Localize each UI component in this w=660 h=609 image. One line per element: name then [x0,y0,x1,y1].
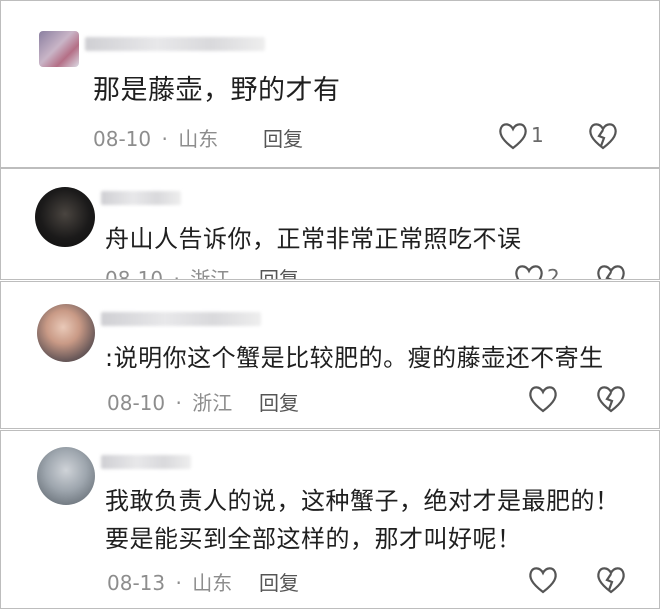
comment-location: 山东 [178,127,219,151]
comment-meta: 08-13 · 山东 [107,567,232,596]
like-heart-icon[interactable] [497,121,529,151]
comment-card: :说明你这个蟹是比较肥的。瘦的藤壶还不寄生 08-10 · 浙江 回复 [0,281,660,429]
meta-separator: · [175,391,182,415]
dislike-broken-heart-icon[interactable] [595,565,627,595]
avatar[interactable] [37,447,95,505]
like-heart-icon[interactable] [513,263,545,280]
dislike-broken-heart-icon[interactable] [595,263,627,280]
comment-location: 山东 [192,571,233,595]
avatar[interactable] [35,187,95,247]
comment-text: :说明你这个蟹是比较肥的。瘦的藤壶还不寄生 [105,344,604,372]
like-count: 2 [547,265,560,280]
comment-text: 舟山人告诉你，正常非常正常照吃不误 [105,225,522,253]
reply-button[interactable]: 回复 [259,263,299,279]
comment-date: 08-13 [107,571,166,595]
like-count: 1 [531,123,544,147]
comment-card: 舟山人告诉你，正常非常正常照吃不误 08-10 · 浙江 回复 2 [0,168,660,280]
username[interactable] [101,191,181,205]
avatar[interactable] [37,304,95,362]
meta-separator: · [173,267,180,280]
dislike-broken-heart-icon[interactable] [587,121,619,151]
avatar[interactable] [39,31,79,67]
username[interactable] [101,455,191,469]
comment-location: 浙江 [192,391,233,415]
reply-button[interactable]: 回复 [259,387,299,416]
comment-date: 08-10 [105,267,164,280]
comment-date: 08-10 [107,391,166,415]
comment-card: 我敢负责人的说，这种蟹子，绝对才是最肥的！ 要是能买到全部这样的，那才叫好呢！ … [0,430,660,609]
comment-card: 那是藤壶，野的才有 08-10 · 山东 回复 1 [0,0,660,168]
like-heart-icon[interactable] [527,384,559,414]
reply-button[interactable]: 回复 [259,567,299,596]
comment-text: 那是藤壶，野的才有 [93,75,341,106]
comment-date: 08-10 [93,127,152,151]
like-heart-icon[interactable] [527,565,559,595]
meta-separator: · [175,571,182,595]
username[interactable] [101,312,261,326]
reply-button[interactable]: 回复 [263,123,303,152]
comment-text-line2: 要是能买到全部这样的，那才叫好呢！ [105,525,522,553]
username[interactable] [85,37,265,51]
dislike-broken-heart-icon[interactable] [595,384,627,414]
comment-meta: 08-10 · 浙江 [105,263,231,280]
meta-separator: · [161,127,168,151]
comment-text-line1: 我敢负责人的说，这种蟹子，绝对才是最肥的！ [105,487,620,515]
comment-location: 浙江 [190,267,231,280]
comment-meta: 08-10 · 山东 [93,123,218,152]
comment-meta: 08-10 · 浙江 [107,387,232,416]
